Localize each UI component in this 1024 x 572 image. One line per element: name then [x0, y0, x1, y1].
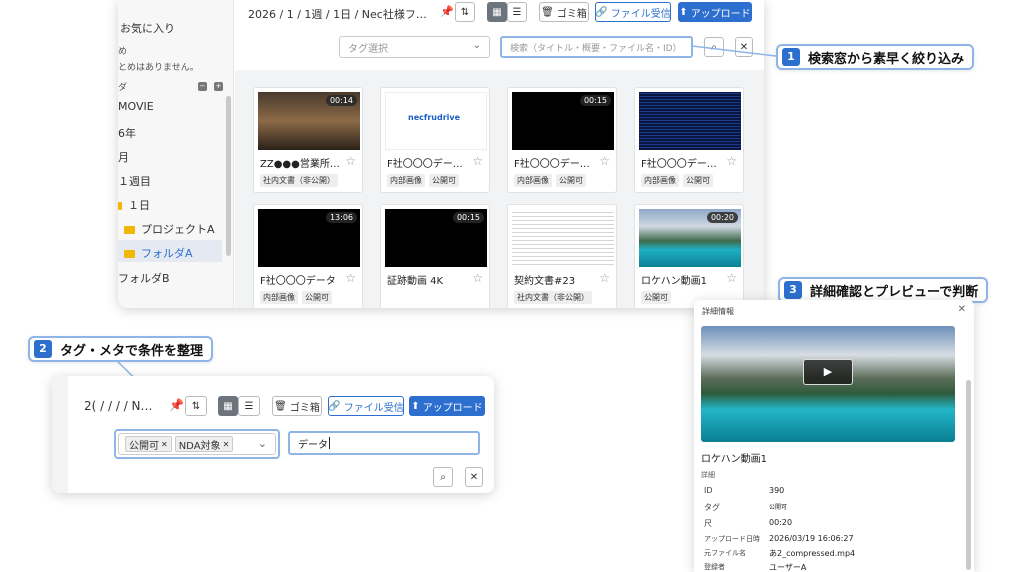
callout-number: 3	[784, 281, 802, 299]
zoom-panel: 2( / / / / N… 📌 ⇅ ▦ ☰ 🗑 ゴミ箱 🔗 ファイル受信 ⬆ アップロ…	[52, 376, 494, 493]
list-icon: ☰	[244, 400, 254, 412]
detail-key: ID	[704, 486, 713, 495]
detail-header: 詳細情報	[702, 307, 734, 316]
detail-value: ユーザーA	[769, 563, 807, 572]
tag-chip-public[interactable]: 公開可 ✕	[125, 436, 172, 452]
link-icon: 🔗	[328, 400, 341, 412]
connector-line-1	[691, 45, 777, 57]
callout-text: タグ・メタで条件を整理	[60, 343, 204, 359]
pin-icon[interactable]: 📌	[169, 398, 184, 412]
zoom-sidebar-edge	[52, 376, 68, 493]
callout-tags: 2 タグ・メタで条件を整理	[28, 336, 214, 362]
close-icon[interactable]: ✕	[161, 440, 168, 449]
search-icon: ⌕	[440, 471, 446, 483]
receive-label: ファイル受信	[343, 402, 404, 414]
sort-icon: ⇅	[191, 400, 201, 412]
detail-key: 尺	[704, 519, 712, 528]
detail-value: 公開可	[769, 504, 788, 511]
close-icon[interactable]: ✕	[223, 440, 230, 449]
tag-select[interactable]: 公開可 ✕ NDA対象 ✕ ⌄	[118, 433, 276, 455]
close-icon[interactable]: ✕	[958, 304, 966, 315]
close-icon: ✕	[469, 471, 479, 483]
list-view-button[interactable]: ☰	[238, 396, 260, 416]
trash-label: ゴミ箱	[289, 402, 320, 414]
detail-value: あ2_compressed.mp4	[769, 549, 856, 558]
trash-button[interactable]: 🗑 ゴミ箱	[272, 396, 322, 416]
search-value: データ	[298, 439, 328, 451]
detail-value: 390	[769, 486, 785, 495]
callout-number: 1	[782, 48, 800, 66]
grid-icon: ▦	[223, 400, 233, 412]
upload-label: アップロード	[422, 402, 483, 414]
sort-button[interactable]: ⇅	[185, 396, 207, 416]
detail-key: アップロード日時	[704, 535, 760, 543]
search-input[interactable]: データ	[288, 431, 480, 455]
search-button[interactable]: ⌕	[433, 467, 453, 487]
video-preview[interactable]: ▶	[701, 326, 955, 442]
detail-value: 00:20	[769, 518, 793, 527]
grid-view-button[interactable]: ▦	[218, 396, 238, 416]
detail-panel: 詳細情報 ✕ ▶ ロケハン動画1 詳細 ID 390 タグ 公開可 尺 00:2…	[694, 300, 974, 572]
callout-text: 詳細確認とプレビューで判断	[810, 284, 979, 300]
chevron-down-icon: ⌄	[257, 437, 267, 450]
detail-scrollbar[interactable]	[966, 380, 971, 570]
clear-button[interactable]: ✕	[465, 467, 483, 487]
detail-value: 2026/03/19 16:06:27	[769, 534, 854, 543]
detail-section: 詳細	[701, 471, 715, 479]
receive-button[interactable]: 🔗 ファイル受信	[328, 396, 404, 416]
zoom-breadcrumb[interactable]: 2( / / / / N…	[84, 399, 153, 413]
text-cursor	[329, 437, 330, 449]
upload-icon: ⬆	[411, 400, 420, 412]
play-icon[interactable]: ▶	[803, 359, 853, 385]
detail-key: 元ファイル名	[704, 549, 746, 557]
detail-key: 登録者	[704, 563, 725, 571]
callout-search: 1 検索窓から素早く絞り込み	[776, 44, 975, 70]
trash-icon: 🗑	[274, 400, 287, 412]
detail-key: タグ	[704, 503, 720, 512]
upload-button[interactable]: ⬆ アップロード	[409, 396, 485, 416]
tag-chip-label: NDA対象	[178, 440, 221, 452]
tag-chip-label: 公開可	[129, 440, 159, 452]
callout-number: 2	[34, 340, 52, 358]
callout-text: 検索窓から素早く絞り込み	[808, 51, 965, 67]
tag-chip-nda[interactable]: NDA対象 ✕	[174, 436, 234, 452]
detail-title: ロケハン動画1	[701, 454, 767, 465]
